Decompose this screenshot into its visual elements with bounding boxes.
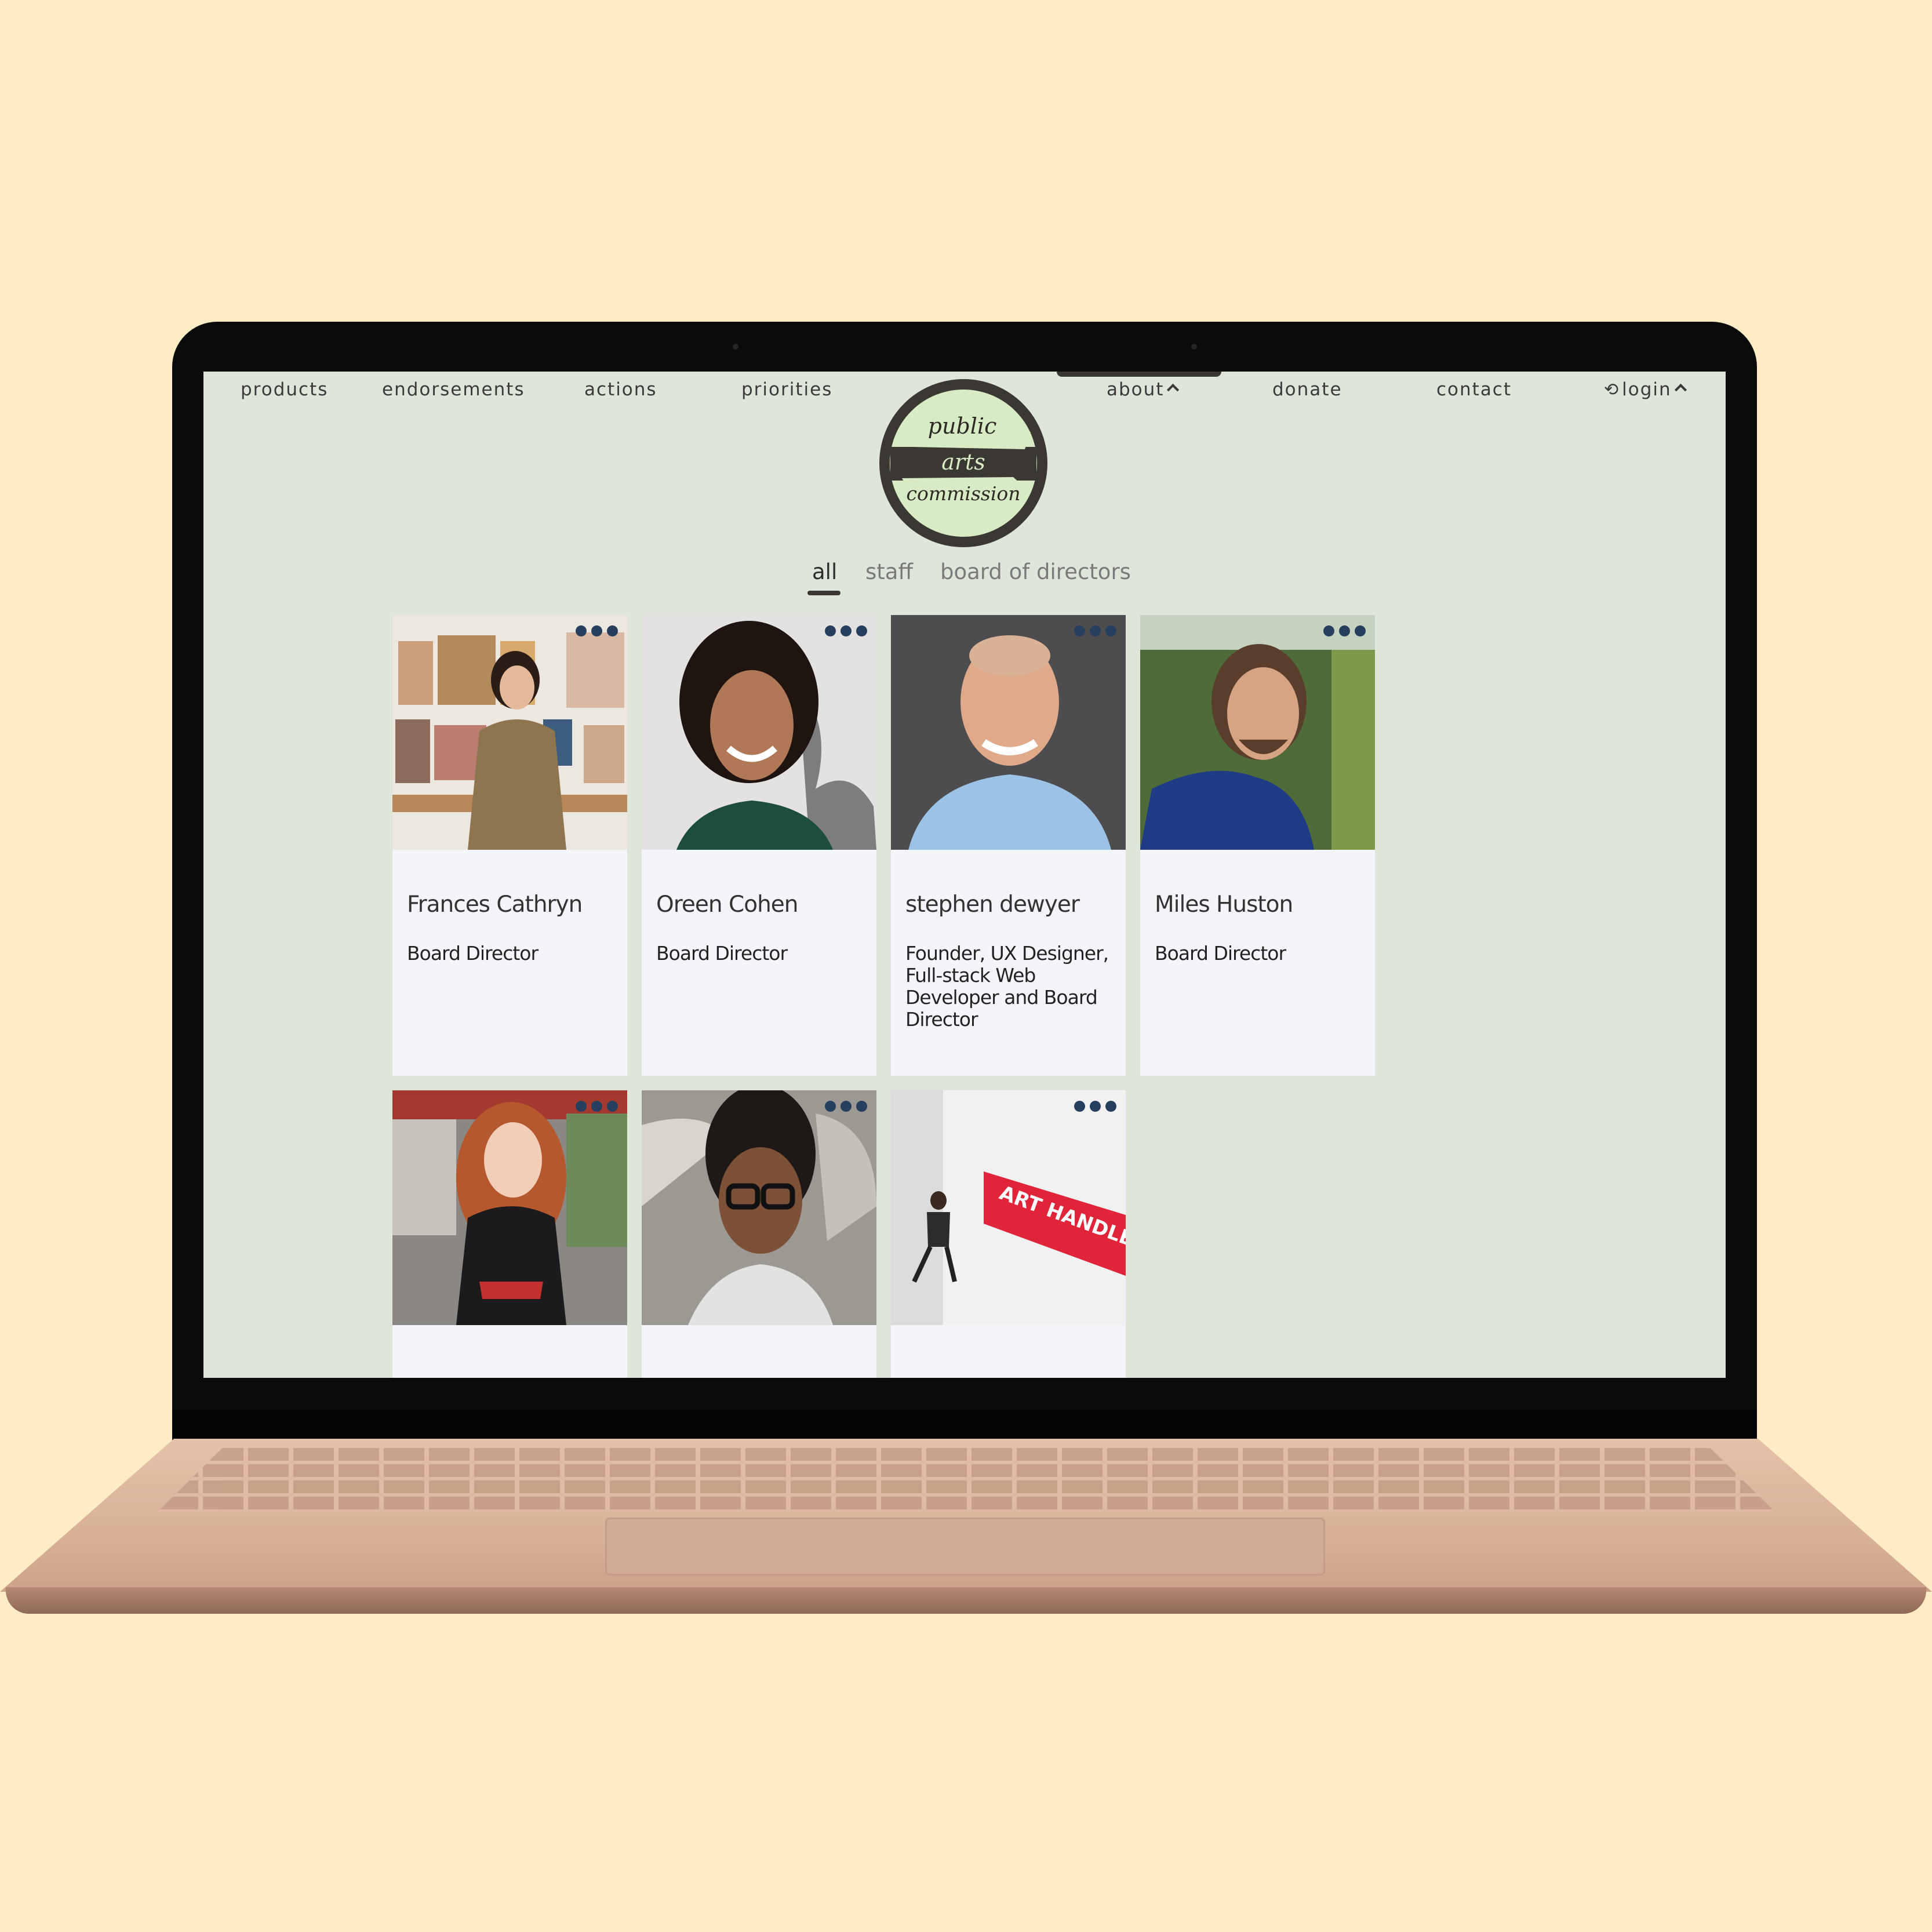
more-options-icon[interactable] [1074, 1101, 1116, 1112]
person-photo [642, 1090, 876, 1325]
smiling-man-blue-shirt-photo [891, 615, 1126, 850]
tab-staff[interactable]: staff [865, 559, 913, 584]
person-role: Board Director [656, 942, 788, 965]
active-tab-underline [807, 591, 841, 595]
logo-text-public: public [928, 413, 997, 439]
nav-donate[interactable]: donate [1272, 379, 1342, 400]
person-name: Miles Huston [1155, 892, 1293, 918]
login-icon: ⟲ [1604, 380, 1620, 400]
person-card[interactable]: ART HANDLER [891, 1090, 1126, 1378]
person-photo [392, 1090, 627, 1325]
nav-login-label: login [1622, 379, 1672, 400]
person-card[interactable]: Miles Huston Board Director [1140, 615, 1375, 1076]
person-name: stephen dewyer [905, 892, 1080, 918]
camera [1191, 344, 1197, 350]
logo-text-arts: arts [941, 449, 985, 475]
woman-glasses-braids-photo [642, 1090, 876, 1325]
person-name: Frances Cathryn [407, 892, 583, 918]
more-options-icon[interactable] [825, 1101, 867, 1112]
camera-sensor [733, 344, 738, 350]
woman-red-hair-street-photo [392, 1090, 627, 1325]
trackpad [605, 1518, 1325, 1576]
about-indicator-bar [1057, 372, 1221, 377]
person-card[interactable]: Frances Cathryn Board Director [392, 615, 627, 1076]
laptop-base-edge [6, 1587, 1926, 1614]
nav-priorities[interactable]: priorities [741, 379, 832, 400]
more-options-icon[interactable] [1074, 625, 1116, 636]
person-role: Founder, UX Designer, Full-stack Web Dev… [905, 942, 1109, 1031]
person-photo [392, 615, 627, 850]
person-card[interactable]: Oreen Cohen Board Director [642, 615, 876, 1076]
laptop-bezel-bottom [172, 1410, 1757, 1441]
more-options-icon[interactable] [825, 625, 867, 636]
chevron-up-icon [1167, 383, 1180, 396]
more-options-icon[interactable] [576, 1101, 618, 1112]
nav-about[interactable]: about [1107, 379, 1180, 400]
people-filter-tabs: all staff board of directors [203, 559, 1726, 600]
nav-actions[interactable]: actions [584, 379, 657, 400]
nav-endorsements[interactable]: endorsements [382, 379, 525, 400]
person-role: Board Director [1155, 942, 1286, 965]
art-handler-banner-photo: ART HANDLER [891, 1090, 1126, 1325]
woman-in-gallery-photo [392, 615, 627, 850]
man-in-field-photo [1140, 615, 1375, 850]
person-name: Oreen Cohen [656, 892, 798, 918]
keyboard [158, 1448, 1775, 1512]
person-photo: ART HANDLER [891, 1090, 1126, 1325]
tab-all[interactable]: all [812, 559, 837, 584]
more-options-icon[interactable] [1323, 625, 1366, 636]
smiling-woman-curly-hair-photo [642, 615, 876, 850]
nav-login[interactable]: ⟲ login [1604, 379, 1687, 400]
person-role: Board Director [407, 942, 539, 965]
person-photo [1140, 615, 1375, 850]
public-arts-commission-logo[interactable]: public arts commission [879, 379, 1048, 548]
tab-board-of-directors[interactable]: board of directors [940, 559, 1131, 584]
nav-products[interactable]: products [241, 379, 328, 400]
logo-text-commission: commission [906, 482, 1020, 505]
chevron-up-icon [1674, 383, 1687, 396]
nav-about-label: about [1107, 379, 1165, 400]
person-card[interactable] [392, 1090, 627, 1378]
person-card[interactable]: stephen dewyer Founder, UX Designer, Ful… [891, 615, 1126, 1076]
person-photo [642, 615, 876, 850]
nav-contact[interactable]: contact [1436, 379, 1512, 400]
browser-viewport: products endorsements actions priorities… [203, 372, 1726, 1378]
more-options-icon[interactable] [576, 625, 618, 636]
person-card[interactable] [642, 1090, 876, 1378]
person-photo [891, 615, 1126, 850]
